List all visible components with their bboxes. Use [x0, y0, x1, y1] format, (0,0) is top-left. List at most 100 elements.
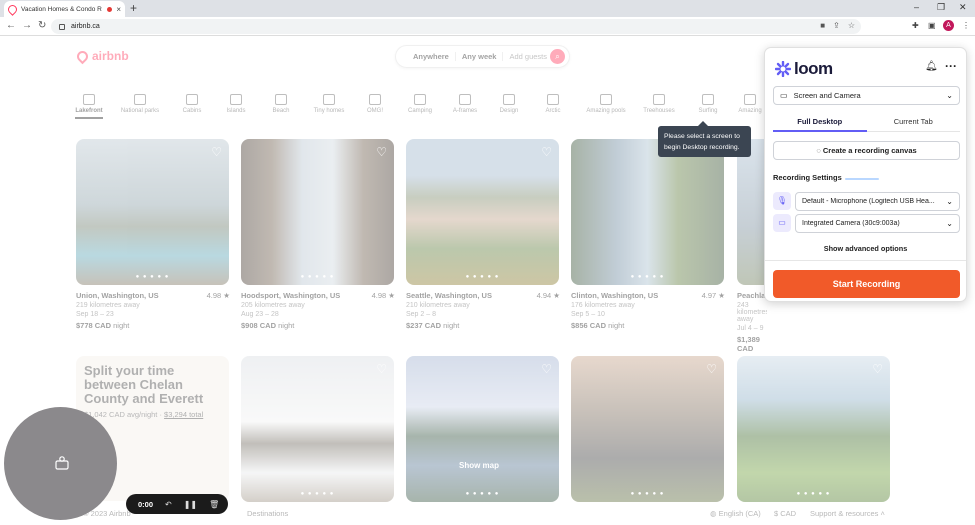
browser-menu-icon[interactable]: ⋮	[962, 21, 970, 30]
listing-distance: 243 kilometres away	[737, 302, 767, 323]
search-bar[interactable]: Anywhere Any week Add guests ⌕	[395, 45, 570, 68]
show-map-button[interactable]: Show map	[459, 461, 499, 470]
favorite-heart-icon[interactable]: ♡	[376, 145, 387, 159]
footer-support[interactable]: Support & resources ˄	[810, 509, 885, 518]
favorite-heart-icon[interactable]: ♡	[706, 362, 717, 376]
more-options-icon[interactable]: ···	[945, 59, 957, 73]
footer-destinations[interactable]: Destinations	[247, 509, 288, 518]
search-anywhere[interactable]: Anywhere	[407, 52, 456, 61]
listing-card[interactable]: ♡ ● ● ● ● ● Seattle, Washington, US 4.94 ★…	[406, 139, 560, 330]
category-lakefront[interactable]: Lakefront	[67, 94, 111, 119]
listing-price: $856 CAD	[571, 321, 607, 330]
listing-photo[interactable]: ♡● ● ● ● ●	[76, 139, 229, 285]
beach-icon	[275, 94, 287, 105]
microphone-select[interactable]: Default - Microphone (Logitech USB Hea..…	[795, 192, 960, 211]
category-surfing[interactable]: Surfing	[686, 94, 730, 114]
airbnb-logo-icon	[74, 48, 91, 64]
restore-button[interactable]: ❐	[937, 2, 945, 13]
category-islands[interactable]: Islands	[214, 94, 258, 114]
recording-indicator-icon	[107, 6, 113, 12]
promo-heading: Split your time between Chelan County an…	[84, 363, 204, 406]
category-beach[interactable]: Beach	[259, 94, 303, 114]
advanced-options-link[interactable]: Show advanced options	[765, 244, 966, 253]
listing-card[interactable]: ♡ ● ● ● ● ● Show map	[406, 356, 560, 502]
surfing-icon	[702, 94, 714, 105]
extensions-icon[interactable]: ✚	[912, 21, 919, 30]
listing-location: Union, Washington, US	[76, 291, 159, 300]
bookmark-star-icon[interactable]: ☆	[848, 21, 855, 30]
loom-popup: loom 🔔︎ ··· ▭ Screen and Camera ⌄ Full D…	[764, 47, 967, 302]
airbnb-logo[interactable]: airbnb	[74, 48, 129, 64]
favorite-heart-icon[interactable]: ♡	[541, 145, 552, 159]
notifications-bell-icon[interactable]: 🔔︎	[925, 61, 938, 72]
category-arctic[interactable]: Arctic	[531, 94, 575, 114]
listing-photo[interactable]: ♡● ● ● ● ●	[241, 356, 394, 502]
category-a-frames[interactable]: A-frames	[443, 94, 487, 114]
category-national-parks[interactable]: National parks	[118, 94, 162, 114]
start-recording-button[interactable]: Start Recording	[773, 270, 960, 298]
profile-avatar[interactable]: A	[943, 20, 954, 31]
restart-icon[interactable]: ↶	[165, 500, 172, 509]
category-cabins[interactable]: Cabins	[170, 94, 214, 114]
listing-photo[interactable]	[737, 139, 767, 285]
lakefront-icon	[83, 94, 95, 105]
category-amazing-pools[interactable]: Amazing pools	[584, 94, 628, 114]
listing-card[interactable]: ♡ ● ● ● ● ● Union, Washington, US 4.98 ★ 2…	[76, 139, 230, 330]
search-icon[interactable]: ⌕	[550, 49, 565, 64]
delete-icon[interactable]: 🗑︎	[209, 500, 219, 509]
camera-icon[interactable]: ▭	[773, 214, 791, 232]
listing-price: $237 CAD	[406, 321, 442, 330]
favorite-heart-icon[interactable]: ♡	[376, 362, 387, 376]
listing-photo[interactable]: ♡● ● ● ● ●	[737, 356, 890, 502]
category-omg[interactable]: OMG!	[353, 94, 397, 114]
listing-card[interactable]: ♡ ● ● ● ● ●	[571, 356, 725, 502]
close-window-button[interactable]: ✕	[959, 2, 967, 13]
category-camping[interactable]: Camping	[398, 94, 442, 114]
search-any-week[interactable]: Any week	[456, 52, 504, 61]
listing-photo[interactable]: ♡ ● ● ● ● ● Show map	[406, 356, 559, 502]
favorite-heart-icon[interactable]: ♡	[211, 145, 222, 159]
footer-currency[interactable]: $ CAD	[774, 509, 796, 518]
camera-access-icon[interactable]: ■	[820, 21, 825, 30]
minimize-button[interactable]: –	[914, 2, 919, 12]
footer-language[interactable]: ◍ English (CA)	[710, 509, 761, 518]
search-add-guests[interactable]: Add guests	[503, 52, 553, 61]
microphone-icon[interactable]: 🎙︎	[773, 192, 791, 210]
listing-photo[interactable]: ♡● ● ● ● ●	[406, 139, 559, 285]
camera-bubble[interactable]	[4, 407, 117, 520]
category-design[interactable]: Design	[487, 94, 531, 114]
category-treehouses[interactable]: Treehouses	[637, 94, 681, 114]
loom-logo-icon	[775, 61, 791, 77]
listing-photo[interactable]: ♡● ● ● ● ●	[241, 139, 394, 285]
listing-card[interactable]: ♡ ● ● ● ● ●	[241, 356, 395, 502]
capture-tabs: Full Desktop Current Tab	[773, 112, 960, 132]
tab-current-tab[interactable]: Current Tab	[866, 112, 960, 132]
cabins-icon	[186, 94, 198, 105]
listing-photo[interactable]: ♡● ● ● ● ●	[571, 139, 724, 285]
listing-card[interactable]: Peachland 243 kilometres away Jul 4 – 9 …	[737, 139, 767, 353]
create-canvas-button[interactable]: ◌ Create a recording canvas	[773, 141, 960, 160]
side-panel-icon[interactable]: ▣	[928, 21, 936, 30]
new-tab-button[interactable]: +	[130, 1, 137, 15]
listing-photo[interactable]: ♡● ● ● ● ●	[571, 356, 724, 502]
tab-full-desktop[interactable]: Full Desktop	[773, 112, 867, 132]
camera-select[interactable]: Integrated Camera (30c9:003a) ⌄	[795, 214, 960, 233]
back-icon[interactable]: ←	[6, 20, 16, 31]
airbnb-wordmark: airbnb	[92, 49, 129, 63]
browser-tab[interactable]: Vacation Homes & Condo R ×	[4, 1, 125, 17]
forward-icon[interactable]: →	[22, 20, 32, 31]
favorite-heart-icon[interactable]: ♡	[541, 362, 552, 376]
islands-icon	[230, 94, 242, 105]
favorite-heart-icon[interactable]: ♡	[872, 362, 883, 376]
pause-icon[interactable]: ❚❚	[184, 500, 197, 509]
listing-card[interactable]: ♡ ● ● ● ● ●	[737, 356, 891, 502]
listing-card[interactable]: ♡ ● ● ● ● ● Hoodsport, Washington, US 4.98…	[241, 139, 395, 330]
tab-close-icon[interactable]: ×	[116, 5, 121, 14]
category-tiny-homes[interactable]: Tiny homes	[307, 94, 351, 114]
tiny-homes-icon	[323, 94, 335, 105]
listing-card[interactable]: ♡● ● ● ● ● Clinton, Washington, US 4.97 ★…	[571, 139, 725, 330]
recording-mode-select[interactable]: ▭ Screen and Camera ⌄	[773, 86, 960, 105]
reload-icon[interactable]: ↻	[38, 20, 46, 31]
url-input[interactable]: airbnb.ca ■ ⇪ ☆	[51, 19, 861, 34]
share-icon[interactable]: ⇪	[833, 21, 840, 30]
